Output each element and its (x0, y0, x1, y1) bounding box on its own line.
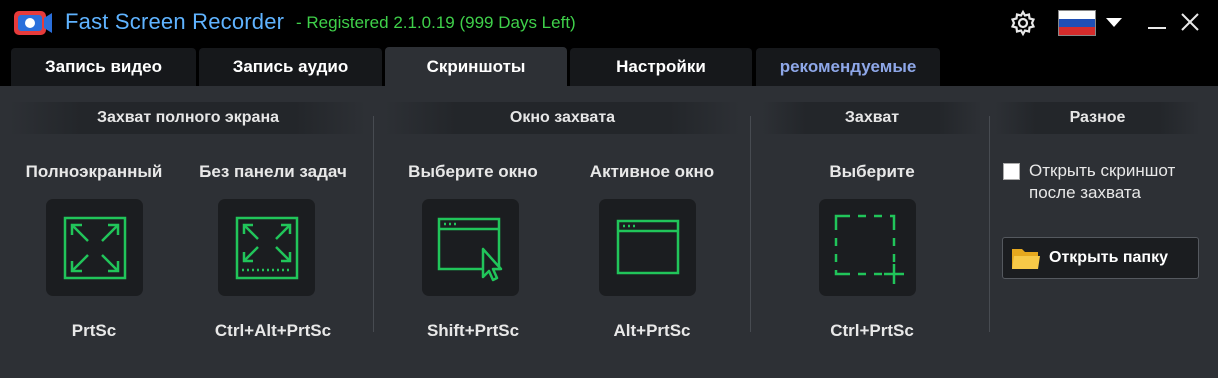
tab-video-recording[interactable]: Запись видео (11, 48, 196, 86)
open-after-capture-label: Открыть скриншот после захвата (1029, 161, 1176, 202)
section-header-window: Окно захвата (385, 102, 740, 134)
title-bar: Fast Screen Recorder - Registered 2.1.0.… (0, 0, 1218, 87)
active-window-label: Активное окно (589, 162, 715, 181)
section-divider (989, 116, 990, 332)
tab-audio-recording[interactable]: Запись аудио (199, 48, 382, 86)
select-window-label: Выберите окно (408, 162, 538, 181)
chevron-down-icon[interactable] (1103, 12, 1125, 32)
registration-status: - Registered 2.1.0.19 (999 Days Left) (296, 13, 576, 32)
minimize-icon[interactable] (1143, 8, 1171, 36)
language-flag-icon[interactable] (1058, 10, 1096, 36)
active-window-icon (616, 219, 679, 274)
open-folder-label: Открыть папку (1049, 249, 1168, 266)
tab-settings[interactable]: Настройки (570, 48, 752, 86)
fullscreen-label: Полноэкранный (25, 162, 163, 181)
app-title: Fast Screen Recorder (65, 9, 285, 34)
select-region-capture-button[interactable] (819, 199, 916, 296)
section-header-capture: Захват (762, 102, 982, 134)
section-header-misc: Разное (995, 102, 1200, 134)
tab-screenshots[interactable]: Скриншоты (385, 47, 567, 87)
no-taskbar-hotkey: Ctrl+Alt+PrtSc (214, 321, 332, 340)
fullscreen-capture-button[interactable] (46, 199, 143, 296)
tab-recommended[interactable]: рекомендуемые (756, 48, 940, 86)
fullscreen-icon (63, 216, 126, 279)
open-after-capture-checkbox[interactable] (1003, 163, 1020, 180)
close-icon[interactable] (1176, 8, 1204, 36)
section-divider (373, 116, 374, 332)
active-window-hotkey: Alt+PrtSc (613, 321, 691, 340)
fullscreen-no-taskbar-icon (235, 216, 298, 279)
select-window-capture-button[interactable] (422, 199, 519, 296)
open-folder-button[interactable]: Открыть папку (1002, 237, 1199, 279)
section-header-fullscreen: Захват полного экрана (10, 102, 366, 134)
app-window: Fast Screen Recorder - Registered 2.1.0.… (0, 0, 1218, 378)
fullscreen-hotkey: PrtSc (71, 321, 117, 340)
select-region-icon (834, 214, 904, 284)
select-window-hotkey: Shift+PrtSc (426, 321, 520, 340)
section-divider (750, 116, 751, 332)
select-region-hotkey: Ctrl+PrtSc (830, 321, 914, 340)
active-window-capture-button[interactable] (599, 199, 696, 296)
select-window-icon (437, 217, 502, 281)
no-taskbar-label: Без панели задач (199, 162, 347, 181)
gear-icon[interactable] (1008, 8, 1038, 38)
select-region-label: Выберите (829, 162, 915, 181)
no-taskbar-capture-button[interactable] (218, 199, 315, 296)
folder-icon (1012, 249, 1040, 269)
app-logo-icon (14, 11, 52, 35)
